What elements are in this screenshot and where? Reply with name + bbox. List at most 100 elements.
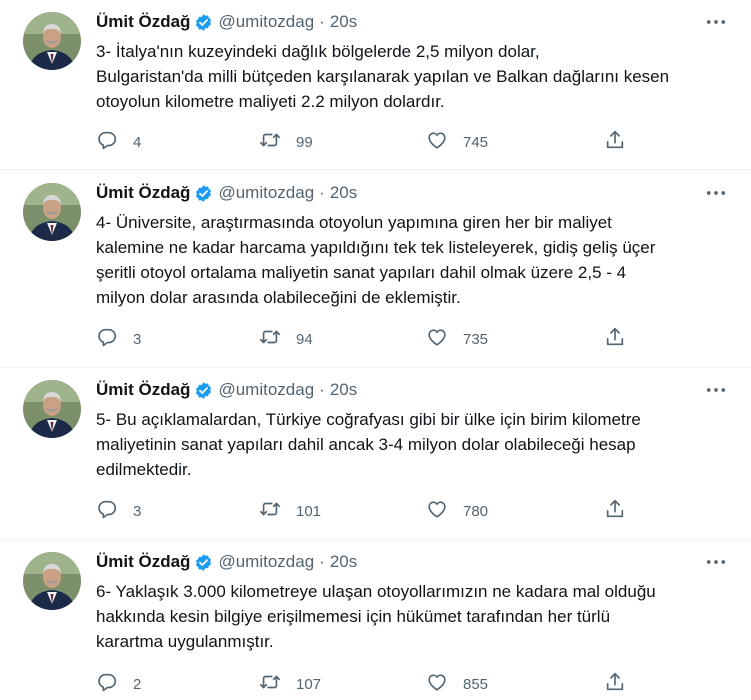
- tweet-text: 6- Yaklaşık 3.000 kilometreye ulaşan oto…: [96, 579, 736, 654]
- retweet-icon: [259, 671, 281, 698]
- retweet-count: 94: [296, 330, 313, 348]
- reply-count: 3: [133, 502, 142, 520]
- like-icon: [426, 129, 448, 156]
- share-icon: [604, 129, 626, 156]
- tweet-actions: 2 107 855: [96, 672, 636, 696]
- timeline-feed: Ümit Özdağ @umitozdag · 20s 3- İtalya'nı…: [0, 0, 751, 700]
- author-name[interactable]: Ümit Özdağ: [96, 380, 190, 400]
- like-button[interactable]: 735: [426, 327, 488, 351]
- verified-badge-icon: [194, 13, 213, 32]
- verified-badge-icon: [194, 381, 213, 400]
- share-icon: [604, 326, 626, 353]
- share-button[interactable]: [604, 672, 626, 696]
- tweet-text-line: maliyetinin sanat yapıları dahil ancak 3…: [96, 435, 636, 454]
- tweet-actions: 3 101 780: [96, 499, 636, 523]
- reply-button[interactable]: 2: [96, 672, 141, 696]
- like-count: 780: [463, 502, 489, 520]
- tweet-actions: 4 99 745: [96, 130, 636, 154]
- avatar[interactable]: [23, 552, 81, 610]
- retweet-button[interactable]: 94: [259, 327, 313, 351]
- author-name[interactable]: Ümit Özdağ: [96, 12, 190, 32]
- more-icon[interactable]: [705, 184, 727, 202]
- tweet-text-line: kalemine ne kadar harcama yapıldığını te…: [96, 238, 656, 257]
- tweet-text-line: şeritli otoyol ortalama maliyetin sanat …: [96, 263, 627, 282]
- share-button[interactable]: [604, 130, 626, 154]
- retweet-count: 99: [296, 133, 313, 151]
- author-name[interactable]: Ümit Özdağ: [96, 552, 190, 572]
- like-button[interactable]: 745: [426, 130, 488, 154]
- tweet-header: Ümit Özdağ @umitozdag · 20s: [96, 379, 357, 401]
- separator: ·: [319, 552, 325, 571]
- author-name[interactable]: Ümit Özdağ: [96, 183, 190, 203]
- timestamp[interactable]: 20s: [330, 552, 357, 572]
- retweet-button[interactable]: 99: [259, 130, 313, 154]
- tweet[interactable]: Ümit Özdağ @umitozdag · 20s 3- İtalya'nı…: [0, 0, 751, 170]
- like-count: 855: [463, 675, 489, 693]
- tweet[interactable]: Ümit Özdağ @umitozdag · 20s 4- Üniversit…: [0, 171, 751, 368]
- like-button[interactable]: 855: [426, 672, 488, 696]
- tweet-text-line: edilmektedir.: [96, 460, 192, 479]
- timestamp[interactable]: 20s: [330, 183, 357, 203]
- share-icon: [604, 671, 626, 698]
- share-icon: [604, 498, 626, 525]
- like-count: 735: [463, 330, 489, 348]
- retweet-count: 101: [296, 502, 322, 520]
- retweet-button[interactable]: 107: [259, 672, 321, 696]
- reply-button[interactable]: 3: [96, 327, 141, 351]
- avatar[interactable]: [23, 183, 81, 241]
- tweet-actions: 3 94 735: [96, 327, 636, 351]
- retweet-icon: [259, 498, 281, 525]
- share-button[interactable]: [604, 499, 626, 523]
- like-icon: [426, 671, 448, 698]
- tweet-text-line: otoyolun kilometre maliyeti 2.2 milyon d…: [96, 92, 445, 111]
- tweet-text-line: milyon dolar arasında olabileceğini de e…: [96, 288, 461, 307]
- more-icon[interactable]: [705, 13, 727, 31]
- tweet-text: 4- Üniversite, araştırmasında otoyolun y…: [96, 210, 736, 310]
- more-icon[interactable]: [705, 381, 727, 399]
- reply-count: 4: [133, 133, 142, 151]
- tweet-text-line: 5- Bu açıklamalardan, Türkiye coğrafyası…: [96, 410, 641, 429]
- more-icon[interactable]: [705, 553, 727, 571]
- reply-icon: [96, 498, 118, 525]
- author-handle[interactable]: @umitozdag: [218, 380, 314, 400]
- retweet-button[interactable]: 101: [259, 499, 321, 523]
- tweet[interactable]: Ümit Özdağ @umitozdag · 20s 5- Bu açıkla…: [0, 368, 751, 540]
- author-handle[interactable]: @umitozdag: [218, 552, 314, 572]
- reply-count: 2: [133, 675, 142, 693]
- reply-icon: [96, 326, 118, 353]
- separator: ·: [319, 183, 325, 202]
- reply-button[interactable]: 3: [96, 499, 141, 523]
- separator: ·: [319, 380, 325, 399]
- separator: ·: [319, 12, 325, 31]
- author-handle[interactable]: @umitozdag: [218, 12, 314, 32]
- timestamp[interactable]: 20s: [330, 380, 357, 400]
- reply-icon: [96, 129, 118, 156]
- author-handle[interactable]: @umitozdag: [218, 183, 314, 203]
- tweet-header: Ümit Özdağ @umitozdag · 20s: [96, 551, 357, 573]
- tweet[interactable]: Ümit Özdağ @umitozdag · 20s 6- Yaklaşık …: [0, 540, 751, 700]
- like-icon: [426, 326, 448, 353]
- tweet-text: 3- İtalya'nın kuzeyindeki dağlık bölgele…: [96, 39, 736, 114]
- tweet-text: 5- Bu açıklamalardan, Türkiye coğrafyası…: [96, 407, 736, 482]
- like-count: 745: [463, 133, 489, 151]
- verified-badge-icon: [194, 184, 213, 203]
- reply-count: 3: [133, 330, 142, 348]
- tweet-text-line: Bulgaristan'da milli bütçeden karşılanar…: [96, 67, 670, 86]
- retweet-count: 107: [296, 675, 322, 693]
- like-button[interactable]: 780: [426, 499, 488, 523]
- tweet-text-line: 4- Üniversite, araştırmasında otoyolun y…: [96, 213, 612, 232]
- tweet-text-line: 3- İtalya'nın kuzeyindeki dağlık bölgele…: [96, 42, 540, 61]
- reply-button[interactable]: 4: [96, 130, 141, 154]
- avatar[interactable]: [23, 380, 81, 438]
- tweet-text-line: 6- Yaklaşık 3.000 kilometreye ulaşan oto…: [96, 582, 656, 601]
- tweet-text-line: hakkında kesin bilgiye erişilmemesi için…: [96, 607, 611, 626]
- tweet-header: Ümit Özdağ @umitozdag · 20s: [96, 11, 357, 33]
- retweet-icon: [259, 326, 281, 353]
- timestamp[interactable]: 20s: [330, 12, 357, 32]
- avatar[interactable]: [23, 12, 81, 70]
- verified-badge-icon: [194, 553, 213, 572]
- like-icon: [426, 498, 448, 525]
- tweet-header: Ümit Özdağ @umitozdag · 20s: [96, 182, 357, 204]
- tweet-text-line: karartma uygulanmıştır.: [96, 632, 274, 651]
- share-button[interactable]: [604, 327, 626, 351]
